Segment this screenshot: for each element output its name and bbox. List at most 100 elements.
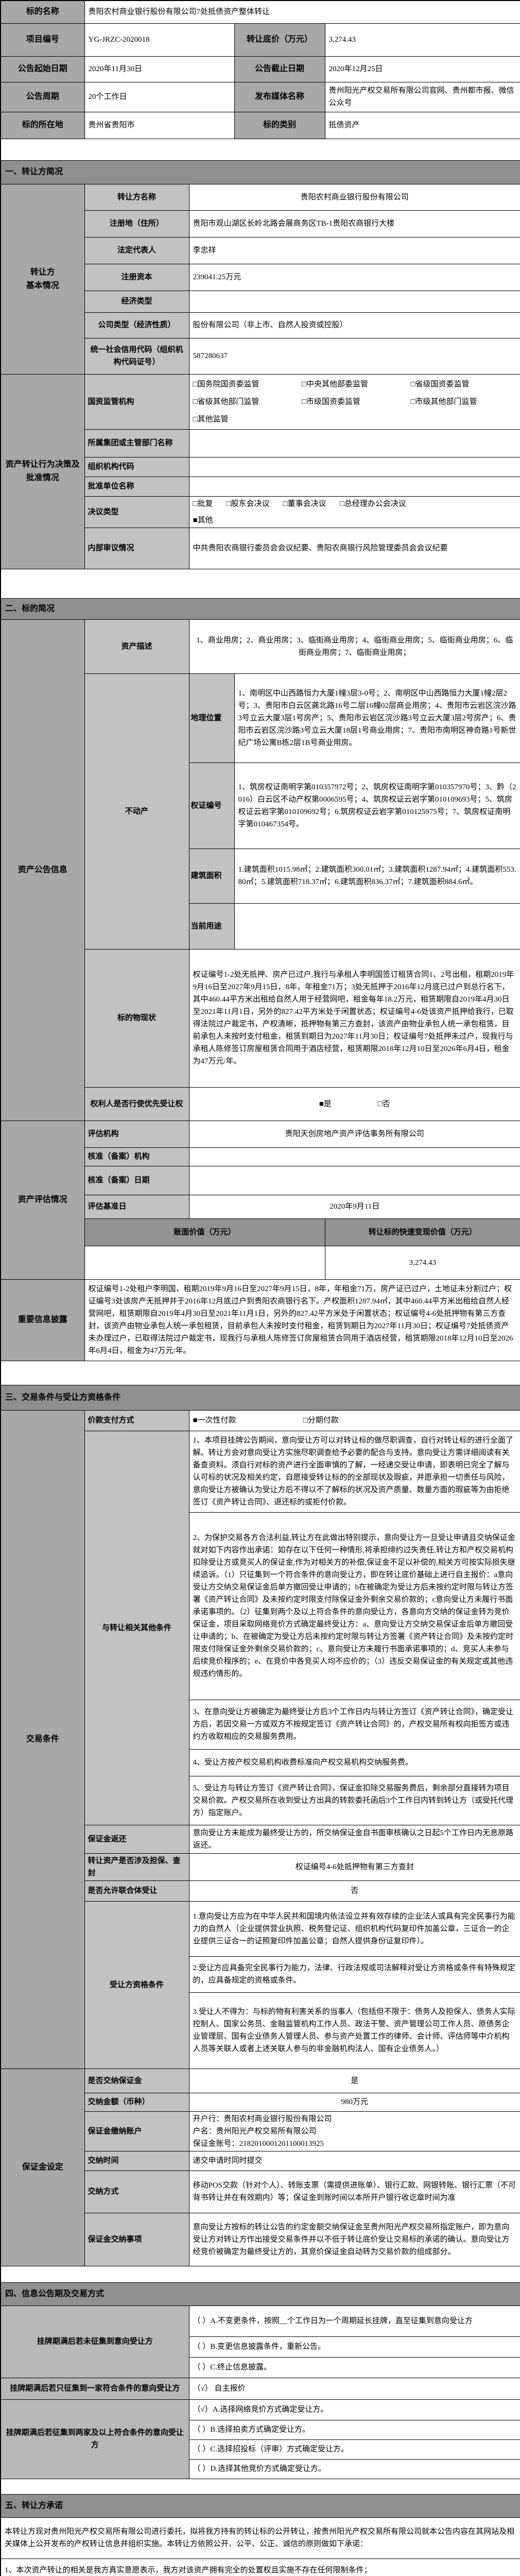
- area-label: 建筑面积: [189, 849, 234, 903]
- section2-header-row: 二、标的简况: [1, 598, 520, 619]
- field-label: 公司类型（经济性质）: [84, 312, 189, 338]
- row-appraiser: 资产评估情况 评估机构 贵阳天创房地产资产评估事务所有限公司: [1, 1121, 520, 1147]
- field-value: 移动POS交款（针对个人）、转账支票（需提供进账单）、银行汇款、网银转账、银行汇…: [189, 2171, 520, 2213]
- row-sasac-supervision: 资产转让行为决策及批准情况 国资监管机构 □国务院国资委监管 □中央其他部委监管…: [1, 374, 520, 429]
- checkbox-pair: ■一次性付款 □分期付款: [193, 1414, 517, 1427]
- media-value: 贵州阳光产权交易所有限公司官网、贵州都市报、微信公众号: [325, 82, 520, 112]
- option-item: （ ）A.不变更条件，按照__个工作日为一个周期延长挂牌，直至征集到意向受让方: [189, 2306, 520, 2336]
- field-value: 意向受让方按标的转让公告的约定金额交纳保证金至贵州阳光产权交易所指定账户，即为意…: [189, 2213, 520, 2266]
- no-transferee-label: 挂牌期满后若未征集到意向受让方: [1, 2306, 189, 2378]
- field-label: 统一社会信用代码（组织机构代码证号）: [84, 338, 189, 374]
- checkbox-option: □省级其他部门监管: [193, 396, 299, 408]
- option-item: （ ）B.选择拍卖方式确定受让方。: [189, 2420, 520, 2439]
- field-value: [189, 1147, 520, 1166]
- field-label: 核准（备案）机构: [84, 1147, 189, 1166]
- field-value: 股份有限公司（非上市、自然人投资或控股）: [189, 312, 520, 338]
- resolution-label: 决议类型: [84, 496, 189, 528]
- real-estate-label: 不动产: [84, 673, 189, 949]
- row-project-number: 项目编号 YG-JRZC-2020018 转让底价（万元） 3,274.43: [1, 23, 520, 56]
- end-date-value: 2020年12月25日: [325, 56, 520, 82]
- row-one-transferee: 挂牌期满后若只征集到一家符合条件的意向受让方 （√） 自主报价: [1, 2378, 520, 2399]
- field-label: 保证金缴纳账户: [84, 2111, 189, 2151]
- disclosure-value: 权证编号1-2处租户李明国，租期2019年9月16日至2027年9月15日，8年…: [84, 1279, 520, 1361]
- row-announce-dates: 公告起始日期 2020年11月30日 公告截止日期 2020年12月25日: [1, 56, 520, 82]
- qualification-item: 1.意向受让方应为在中华人民共和国境内依法设立并有效存续的企业法人或具有完全民事…: [189, 1901, 520, 1956]
- qualification-item: 2.受让方应具备完全民事行为能力，法律、行政法规或司法解释对受让方资格或条件有特…: [189, 1956, 520, 1992]
- gap: [1, 139, 520, 160]
- use-value: [234, 903, 520, 949]
- disclosure-table: 标的名称 贵阳农村商业银行股份有限公司7处抵债资产整体转让 项目编号 YG-JR…: [0, 0, 520, 2576]
- row-multi-transferee-a: 挂牌期满后若征集到两家及以上符合条件的意向受让方 （√）A.选择网络竞价方式确定…: [1, 2399, 520, 2420]
- commitment-intro: 本转让方现对贵州阳光产权交易所有限公司进行委托，拟将我方持有的转让标的公开转让，…: [1, 2517, 520, 2558]
- period-value: 20个工作日: [84, 82, 234, 112]
- other-condition-item: 3、在意向受让方被确定为最终受让方后3个工作日内与转让方签订《资产转让合同》，确…: [189, 1700, 520, 1749]
- checkbox-option-checked: ■是: [319, 1098, 332, 1110]
- asset-desc-label: 资产描述: [84, 619, 189, 673]
- row-payment-method: 交易条件 价款支付方式 ■一次性付款 □分期付款: [1, 1410, 520, 1431]
- one-transferee-value: （√） 自主报价: [189, 2378, 520, 2399]
- checkbox-line: □批复 □股东会决议 □董事会决议 □总经理办公会决议: [193, 498, 517, 510]
- row-announce-period: 公告周期 20个工作日 发布媒体名称 贵州阳光产权交易所有限公司官网、贵州都市报…: [1, 82, 520, 112]
- gap: [1, 2479, 520, 2494]
- checkbox-option: □中央其他部委监管: [302, 378, 408, 391]
- consortium-label: 是否允许联合体受让: [84, 1880, 189, 1901]
- field-value: 开户行：贵阳农村商业银行股份有限公司 户名：贵州阳光产权交易所有限公司 保证金账…: [189, 2111, 520, 2151]
- field-value: 2020年9月11日: [189, 1195, 520, 1218]
- field-label: 经济类型: [84, 291, 189, 312]
- field-label: 交纳方式: [84, 2171, 189, 2213]
- floor-price-label: 转让底价（万元）: [234, 23, 325, 56]
- field-label: 保证金交纳事项: [84, 2213, 189, 2266]
- payment-label: 价款支付方式: [84, 1410, 189, 1431]
- checkbox-option-checked: ■其他: [193, 514, 213, 527]
- field-value: 是: [189, 2069, 520, 2093]
- multi-transferee-label: 挂牌期满后若征集到两家及以上符合条件的意向受让方: [1, 2399, 189, 2479]
- gap-row: [1, 2479, 520, 2494]
- decision-approval-label: 资产转让行为决策及批准情况: [1, 374, 84, 569]
- priority-label: 权利人是否行使优先受让权: [84, 1087, 189, 1121]
- checkbox-option: □市级其他部门监管: [411, 396, 517, 408]
- guaranty-value: 权证编号4-6处抵押物有第三方查封: [189, 1853, 520, 1880]
- qualification-label: 受让方资格条件: [84, 1901, 189, 2069]
- field-label: 核准（备案）日期: [84, 1166, 189, 1195]
- area-value: 1.建筑面积1015.98㎡；2.建筑面积300.01㎡；3.建筑面积1287.…: [234, 849, 520, 903]
- cert-value: 1、筑房权证南明字第010357972号；2、筑房权证南明字第010357970…: [234, 762, 520, 849]
- checkbox-option: □省级国资委监管: [411, 378, 517, 391]
- field-value: [189, 1166, 520, 1195]
- section2-header: 二、标的简况: [1, 598, 520, 619]
- checkbox-option: □总经理办公会决议: [340, 498, 406, 510]
- option-item: （ ）D.选择其他竞价方式确定受让方。: [189, 2459, 520, 2479]
- project-number-value: YG-JRZC-2020018: [84, 23, 234, 56]
- section3-header: 三、交易条件与受让方资格条件: [1, 1385, 520, 1410]
- use-label: 当前用途: [189, 903, 234, 949]
- start-date-value: 2020年11月30日: [84, 56, 234, 82]
- gap-row: [1, 1361, 520, 1385]
- field-label: 内部审议情况: [84, 528, 189, 569]
- end-date-label: 公告截止日期: [234, 56, 325, 82]
- guaranty-label: 转让资产是否涉及担保、查封: [84, 1853, 189, 1880]
- field-label: 交纳时间: [84, 2151, 189, 2171]
- row-subject-name: 标的名称 贵阳农村商业银行股份有限公司7处抵债资产整体转让: [1, 1, 520, 23]
- field-label: 注册资本: [84, 264, 189, 291]
- checkbox-option: □股东会决议: [227, 498, 270, 510]
- field-label: 转让方名称: [84, 184, 189, 210]
- checkbox-option: □其他监管: [193, 413, 299, 426]
- row-transferor-name: 转让方 基本情况 转让方名称 贵阳农村商业银行股份有限公司: [1, 184, 520, 210]
- refund-value: 意向受让方未能成为最终受让方的，所交纳保证金自书面审核确认之日起5个工作日内无息…: [189, 1825, 520, 1853]
- field-value: 贵阳农村商业银行股份有限公司: [189, 184, 520, 210]
- media-label: 发布媒体名称: [234, 82, 325, 112]
- other-condition-item: 2、为保护交易各方合法利益,转让方在此做出特别提示，意向受让方一旦受让申请且交纳…: [189, 1512, 520, 1700]
- field-label: 批准单位名称: [84, 477, 189, 496]
- section4-header: 四、信息公告期及交易方式: [1, 2282, 520, 2306]
- book-value-header: 账面价值（万元）: [84, 1218, 325, 1246]
- quick-value: 3,274.43: [325, 1246, 520, 1279]
- section5-header: 五、转让方承诺: [1, 2494, 520, 2517]
- option-item: （ ）B.变更信息披露条件，重新公告。: [189, 2336, 520, 2357]
- supervision-options: □国务院国资委监管 □中央其他部委监管 □省级国资委监管 □省级其他部门监管 □…: [189, 374, 520, 429]
- category-value: 抵债资产: [325, 112, 520, 139]
- subject-name-label: 标的名称: [1, 1, 84, 23]
- row-no-transferee-a: 挂牌期满后若未征集到意向受让方 （ ）A.不变更条件，按照__个工作日为一个周期…: [1, 2306, 520, 2336]
- gap: [1, 569, 520, 598]
- asset-info-label: 资产公告信息: [1, 619, 84, 1121]
- geo-value: 1、南明区中山西路恒力大厦1幢3层3-0号；2、南明区中山西路恒力大厦1幢2层2…: [234, 673, 520, 762]
- book-value: [84, 1246, 325, 1279]
